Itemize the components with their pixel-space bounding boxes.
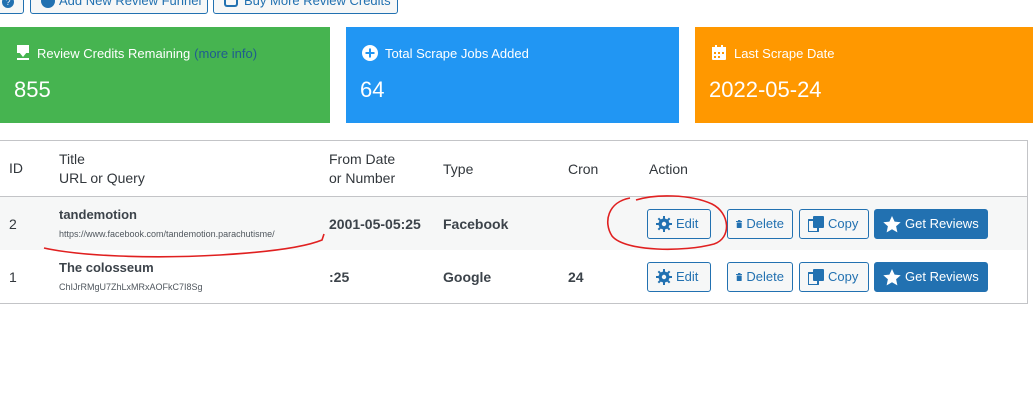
buy-credits-button[interactable]: Buy More Review Credits bbox=[213, 0, 398, 14]
buy-credits-label: Buy More Review Credits bbox=[244, 0, 391, 8]
col-id-header: ID bbox=[9, 160, 23, 176]
credits-card-value: 855 bbox=[14, 77, 51, 102]
plus-circle-icon bbox=[41, 0, 55, 8]
gear-icon bbox=[656, 216, 672, 232]
more-info-link[interactable]: (more info) bbox=[194, 46, 257, 61]
row-title-cell: The colosseum ChIJrRMgU7ZhLxMRxAOFkC7I8S… bbox=[59, 260, 203, 292]
col-type-header: Type bbox=[443, 161, 474, 177]
col-title-line2: URL or Query bbox=[59, 170, 145, 186]
copy-label: Copy bbox=[828, 216, 859, 231]
last-scrape-card: Last Scrape Date 2022-05-24 bbox=[695, 27, 1033, 123]
delete-label: Delete bbox=[746, 269, 784, 284]
download-icon bbox=[17, 45, 29, 60]
edit-label: Edit bbox=[676, 269, 699, 284]
delete-label: Delete bbox=[746, 216, 784, 231]
copy-icon bbox=[808, 269, 824, 285]
cart-icon bbox=[224, 0, 238, 7]
edit-button[interactable]: Edit bbox=[647, 262, 711, 292]
delete-button[interactable]: Delete bbox=[727, 262, 793, 292]
get-reviews-label: Get Reviews bbox=[905, 216, 979, 231]
last-scrape-card-title: Last Scrape Date bbox=[734, 45, 835, 61]
col-from-header: From Date or Number bbox=[329, 150, 395, 188]
trash-icon bbox=[736, 273, 743, 281]
table-row: 2 tandemotion https://www.facebook.com/t… bbox=[0, 197, 1027, 250]
jobs-card: Total Scrape Jobs Added 64 bbox=[346, 27, 679, 123]
scrape-jobs-table: ID Title URL or Query From Date or Numbe… bbox=[0, 140, 1028, 304]
last-scrape-card-header: Last Scrape Date bbox=[711, 45, 834, 61]
get-reviews-button[interactable]: Get Reviews bbox=[874, 262, 988, 292]
calendar-icon bbox=[712, 45, 726, 60]
table-row: 1 The colosseum ChIJrRMgU7ZhLxMRxAOFkC7I… bbox=[0, 250, 1027, 303]
help-button[interactable]: ? bbox=[0, 0, 24, 14]
row-url: ChIJrRMgU7ZhLxMRxAOFkC7I8Sg bbox=[59, 282, 203, 292]
row-title-cell: tandemotion https://www.facebook.com/tan… bbox=[59, 207, 275, 239]
edit-label: Edit bbox=[676, 216, 699, 231]
row-id: 2 bbox=[9, 216, 17, 232]
row-title: The colosseum bbox=[59, 260, 154, 275]
row-from: 2001-05-05:25 bbox=[329, 216, 421, 232]
jobs-card-header: Total Scrape Jobs Added bbox=[362, 45, 529, 61]
copy-button[interactable]: Copy bbox=[799, 209, 869, 239]
col-title-line1: Title bbox=[59, 151, 85, 167]
add-review-funnel-label: Add New Review Funnel bbox=[59, 0, 202, 8]
copy-button[interactable]: Copy bbox=[799, 262, 869, 292]
gear-icon bbox=[656, 269, 672, 285]
row-type: Google bbox=[443, 269, 492, 285]
row-cron: 24 bbox=[568, 269, 584, 285]
row-title: tandemotion bbox=[59, 207, 137, 222]
plus-circle-icon bbox=[362, 45, 378, 61]
edit-button[interactable]: Edit bbox=[647, 209, 711, 239]
star-icon bbox=[883, 215, 901, 232]
col-title-header: Title URL or Query bbox=[59, 150, 145, 188]
col-from-line2: or Number bbox=[329, 170, 396, 186]
star-icon bbox=[883, 268, 901, 285]
row-type: Facebook bbox=[443, 216, 509, 232]
credits-card-title: Review Credits Remaining bbox=[37, 45, 191, 61]
question-circle-icon: ? bbox=[2, 0, 14, 8]
col-action-header: Action bbox=[649, 161, 688, 177]
jobs-card-value: 64 bbox=[360, 77, 385, 102]
row-from: :25 bbox=[329, 269, 350, 285]
get-reviews-label: Get Reviews bbox=[905, 269, 979, 284]
credits-card-header: Review Credits Remaining (more info) bbox=[16, 45, 257, 61]
col-from-line1: From Date bbox=[329, 151, 396, 167]
jobs-card-title: Total Scrape Jobs Added bbox=[385, 45, 529, 61]
row-url: https://www.facebook.com/tandemotion.par… bbox=[59, 229, 275, 239]
row-id: 1 bbox=[9, 269, 17, 285]
credits-card: Review Credits Remaining (more info) 855 bbox=[0, 27, 330, 123]
get-reviews-button[interactable]: Get Reviews bbox=[874, 209, 988, 239]
add-review-funnel-button[interactable]: Add New Review Funnel bbox=[30, 0, 208, 14]
last-scrape-card-value: 2022-05-24 bbox=[709, 77, 822, 102]
trash-icon bbox=[736, 220, 743, 228]
table-header: ID Title URL or Query From Date or Numbe… bbox=[0, 141, 1027, 197]
col-cron-header: Cron bbox=[568, 161, 599, 177]
copy-label: Copy bbox=[828, 269, 859, 284]
copy-icon bbox=[808, 216, 824, 232]
delete-button[interactable]: Delete bbox=[727, 209, 793, 239]
